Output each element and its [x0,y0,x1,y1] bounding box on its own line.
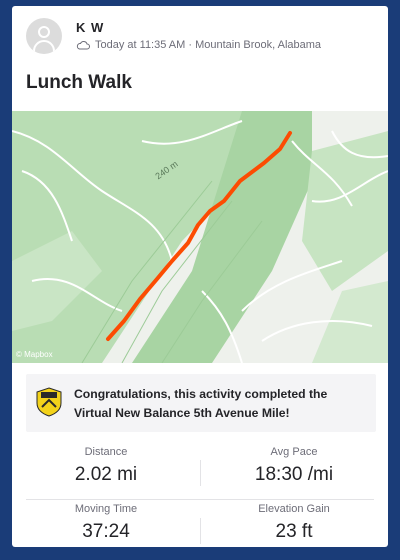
stat-elevation-gain: Elevation Gain 23 ft [200,503,388,543]
cloud-icon [76,41,90,50]
activity-meta-text: Today at 11:35 AM · Mountain Brook, Alab… [95,39,322,51]
achievement-line-1: Congratulations, this activity completed… [74,387,328,401]
stat-divider [200,518,201,544]
activity-card: K W Today at 11:35 AM · Mountain Brook, … [12,6,388,547]
stat-label: Distance [84,446,128,458]
map-watermark: © Mapbox [16,350,53,359]
activity-title[interactable]: Lunch Walk [26,72,132,94]
athlete-name[interactable]: K W [76,20,104,35]
stat-value: 23 ft [275,521,313,542]
stat-label: Avg Pace [270,446,318,458]
stat-moving-time: Moving Time 37:24 [12,503,200,543]
stat-distance: Distance 2.02 mi [12,446,200,486]
stat-divider [200,460,201,486]
achievement-banner[interactable]: Congratulations, this activity completed… [26,374,376,432]
route-map[interactable]: 240 m © Mapbox [12,111,388,363]
stat-value: 37:24 [82,521,130,542]
activity-meta: Today at 11:35 AM · Mountain Brook, Alab… [76,39,321,51]
avatar-head [38,26,50,38]
stat-avg-pace: Avg Pace 18:30 /mi [200,446,388,486]
stats-grid: Distance 2.02 mi Avg Pace 18:30 /mi Movi… [12,440,388,544]
stat-row-divider [26,499,374,500]
stat-value: 2.02 mi [74,464,138,485]
avatar[interactable] [26,18,62,54]
challenge-badge-icon [36,387,62,417]
stat-label: Moving Time [74,503,138,515]
achievement-line-2: Virtual New Balance 5th Avenue Mile! [74,406,290,420]
stat-label: Elevation Gain [258,503,330,515]
avatar-body [33,40,55,54]
achievement-text: Congratulations, this activity completed… [74,385,370,423]
stat-value: 18:30 /mi [254,464,334,485]
